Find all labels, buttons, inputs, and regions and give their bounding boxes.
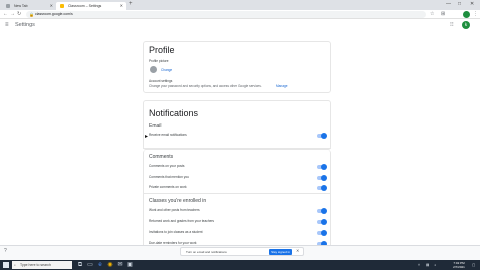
reload-icon[interactable]: ↻ bbox=[17, 11, 21, 18]
hamburger-menu-icon[interactable]: ≡ bbox=[5, 22, 9, 28]
app-header bbox=[0, 19, 480, 32]
email-heading: Email bbox=[149, 123, 162, 129]
browser-tab-classroom[interactable]: Classroom – Settings ✕ bbox=[56, 2, 126, 10]
apps-grid-icon[interactable]: ⁝⁝ bbox=[450, 21, 454, 28]
manage-link[interactable]: Manage bbox=[276, 84, 288, 88]
comments-mention-toggle[interactable] bbox=[317, 175, 327, 181]
class-setting-label: Work and other posts from teachers bbox=[149, 208, 200, 212]
divider bbox=[143, 193, 331, 194]
taskbar-clock[interactable]: 7:02 PM 2/7/2021 bbox=[448, 261, 470, 269]
classroom-favicon-icon bbox=[60, 4, 64, 8]
account-settings-description: Change your password and security option… bbox=[149, 84, 262, 88]
class-setting-label: Invitations to join classes as a student bbox=[149, 230, 203, 234]
tab-favicon-icon bbox=[6, 4, 10, 8]
address-bar[interactable]: 🔒 classroom.google.com/s bbox=[26, 11, 426, 18]
page-title: Settings bbox=[15, 22, 35, 28]
minimize-button[interactable]: — bbox=[446, 1, 451, 7]
work-posts-toggle[interactable] bbox=[317, 208, 327, 214]
notifications-heading: Notifications bbox=[149, 108, 199, 118]
class-setting-label: Returned work and grades from your teach… bbox=[149, 219, 215, 223]
task-view-icon[interactable]: ⧉ bbox=[76, 261, 84, 269]
profile-heading: Profile bbox=[149, 45, 175, 55]
email-notifications-toggle[interactable] bbox=[317, 133, 327, 139]
comments-heading: Comments bbox=[149, 154, 174, 160]
toast-action-button[interactable]: Stay signed in bbox=[269, 249, 292, 255]
volume-icon[interactable]: ◖ bbox=[434, 262, 436, 268]
notification-center-icon[interactable]: ▢ bbox=[472, 262, 475, 268]
divider bbox=[143, 148, 331, 149]
email-notifications-label: Receive email notifications bbox=[149, 133, 187, 137]
tray-chevron-icon[interactable]: ˄ bbox=[418, 262, 420, 268]
tab-close-icon[interactable]: ✕ bbox=[120, 2, 123, 10]
taskbar-search-input[interactable]: ⌕ Type here to search bbox=[12, 261, 72, 269]
tab-label: Classroom – Settings bbox=[68, 4, 102, 8]
clock-date: 2/7/2021 bbox=[453, 265, 465, 269]
extensions-icon[interactable]: ⊞ bbox=[441, 11, 445, 18]
tab-close-icon[interactable]: ✕ bbox=[50, 2, 53, 10]
bookmark-star-icon[interactable]: ☆ bbox=[430, 11, 434, 18]
comments-on-posts-toggle[interactable] bbox=[317, 164, 327, 170]
os-taskbar bbox=[0, 260, 480, 270]
comment-setting-label: Private comments on work bbox=[149, 185, 187, 189]
chrome-browser-icon[interactable]: ◉ bbox=[106, 261, 114, 269]
account-settings-label: Account settings bbox=[149, 79, 173, 83]
lock-icon: 🔒 bbox=[29, 12, 34, 17]
tab-label: New Tab bbox=[14, 4, 28, 8]
back-icon[interactable]: ← bbox=[3, 11, 8, 18]
browser-tab-new[interactable]: New Tab ✕ bbox=[2, 2, 56, 10]
profile-picture-label: Profile picture bbox=[149, 59, 169, 63]
comment-setting-label: Comments that mention you bbox=[149, 175, 189, 179]
toast-close-icon[interactable]: ✕ bbox=[296, 248, 299, 253]
address-text: classroom.google.com/s bbox=[35, 12, 73, 16]
forward-icon[interactable]: → bbox=[10, 11, 15, 18]
profile-photo bbox=[150, 66, 157, 73]
change-photo-link[interactable]: Change bbox=[161, 68, 172, 72]
mail-icon[interactable]: ✉ bbox=[116, 261, 124, 269]
comment-setting-label: Comments on your posts bbox=[149, 164, 185, 168]
maximize-button[interactable]: □ bbox=[458, 1, 461, 7]
classes-heading: Classes you're enrolled in bbox=[149, 198, 207, 204]
avatar[interactable]: k bbox=[462, 21, 470, 29]
private-comments-toggle[interactable] bbox=[317, 185, 327, 191]
invitations-toggle[interactable] bbox=[317, 230, 327, 236]
search-placeholder: Type here to search bbox=[20, 263, 51, 267]
edge-browser-icon[interactable]: e bbox=[96, 261, 104, 269]
close-window-button[interactable]: ✕ bbox=[470, 1, 474, 7]
help-icon[interactable]: ? bbox=[4, 248, 7, 254]
store-icon[interactable]: ▣ bbox=[126, 261, 134, 269]
file-explorer-icon[interactable]: ▭ bbox=[86, 261, 94, 269]
new-tab-icon[interactable]: + bbox=[129, 1, 133, 7]
toast-text: Turn on email and notifications bbox=[186, 250, 227, 254]
mouse-cursor-icon: ▸ bbox=[145, 134, 149, 140]
browser-menu-icon[interactable]: ⋮ bbox=[473, 11, 478, 18]
browser-profile-avatar[interactable] bbox=[463, 11, 470, 18]
returned-work-toggle[interactable] bbox=[317, 219, 327, 225]
windows-start-icon[interactable] bbox=[3, 262, 9, 268]
search-icon: ⌕ bbox=[14, 263, 16, 267]
network-icon[interactable]: ▤ bbox=[426, 262, 429, 268]
